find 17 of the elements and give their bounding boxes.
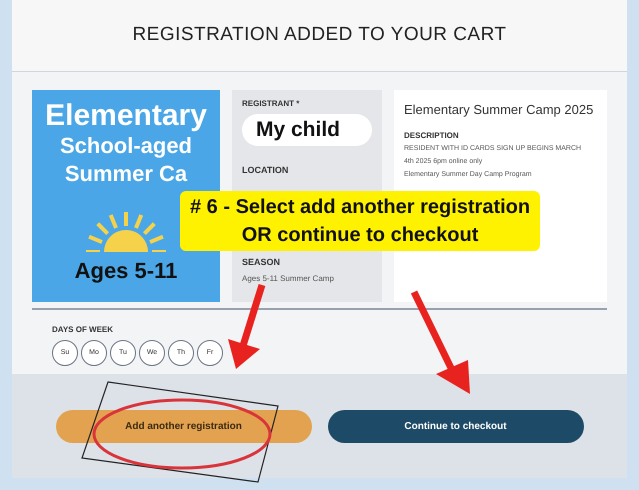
field-label: DAYS OF WEEK [52, 324, 114, 336]
promo-ages: Ages 5-11 [74, 257, 178, 285]
season-value: Ages 5-11 Summer Camp [242, 273, 335, 285]
field-label: REGISTRANT * [242, 98, 300, 110]
dialog-title: REGISTRATION ADDED TO YOUR CART [132, 23, 507, 48]
program-title: Elementary Summer Camp 2025 [404, 101, 594, 119]
add-registration-button[interactable]: Add another registration [56, 410, 312, 442]
registrant-field[interactable]: My child [242, 114, 372, 146]
checkout-button[interactable]: Continue to checkout [328, 410, 584, 442]
annotation-text: OR continue to checkout [242, 223, 478, 248]
field-label: LOCATION [242, 164, 290, 177]
field-label: DESCRIPTION [404, 130, 460, 142]
promo-text: School-aged [60, 132, 192, 160]
annotation-text: # 6 - Select add another registration [190, 195, 530, 220]
promo-text: Summer Ca [64, 160, 188, 188]
promo-text: Elementary [45, 100, 207, 132]
field-label: SEASON [242, 256, 282, 268]
